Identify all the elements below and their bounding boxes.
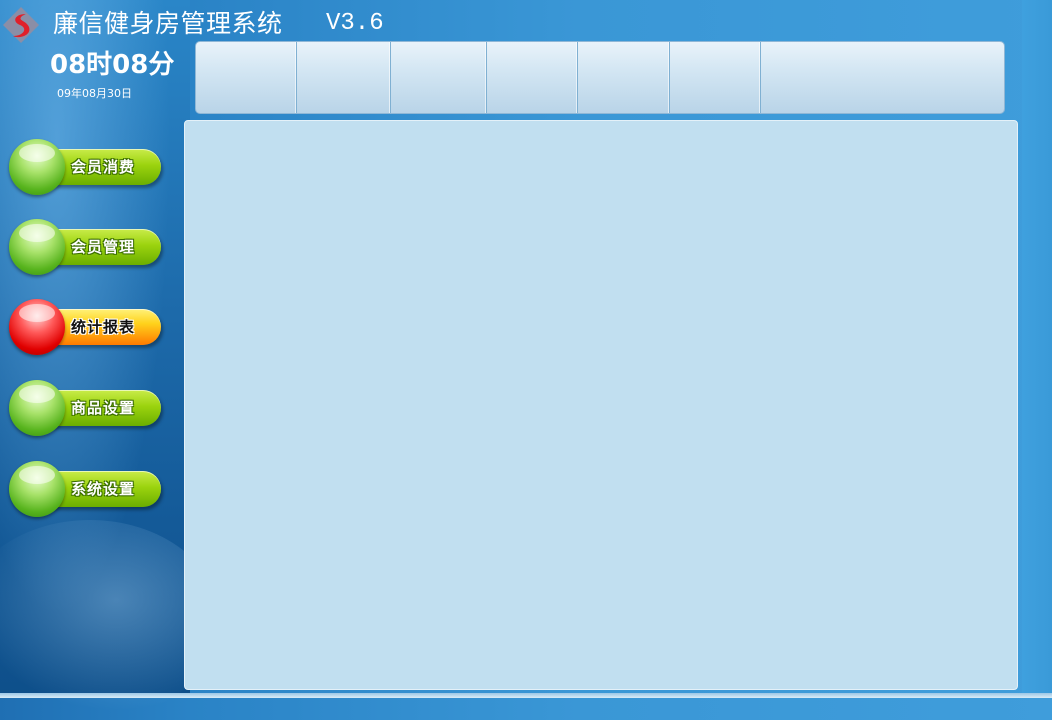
toolbar-slot-1[interactable]	[196, 42, 297, 113]
nav-label: 统计报表	[71, 318, 136, 336]
green-orb-icon	[9, 461, 65, 517]
nav-member-consumption-button[interactable]: 会员消费	[9, 139, 165, 195]
app-title: 廉信健身房管理系统	[53, 9, 283, 38]
clock-date: 09年08月30日	[57, 87, 132, 100]
app-version: V3.6	[326, 10, 384, 37]
green-orb-icon	[9, 139, 65, 195]
toolbar-slot-3[interactable]	[391, 42, 487, 113]
red-orb-icon	[9, 299, 65, 355]
clock-time: 08时08分	[50, 50, 175, 80]
toolbar-slot-5[interactable]	[578, 42, 670, 113]
nav-system-settings-button[interactable]: 系统设置	[9, 461, 165, 517]
nav-label: 会员管理	[71, 238, 136, 256]
nav-statistics-report-button[interactable]: 统计报表	[9, 299, 165, 355]
nav-label: 商品设置	[71, 399, 136, 417]
toolbar-slot-2[interactable]	[297, 42, 391, 113]
toolbar-slot-6[interactable]	[670, 42, 761, 113]
top-toolbar	[195, 41, 1005, 114]
main-content-panel	[184, 120, 1018, 690]
green-orb-icon	[9, 219, 65, 275]
toolbar-slot-7	[761, 42, 1004, 113]
green-orb-icon	[9, 380, 65, 436]
nav-label: 系统设置	[71, 480, 136, 498]
bottom-edge-strip	[0, 693, 1052, 698]
nav-member-management-button[interactable]: 会员管理	[9, 219, 165, 275]
right-edge-strip	[1022, 0, 1052, 698]
nav-label: 会员消费	[71, 158, 136, 176]
nav-product-settings-button[interactable]: 商品设置	[9, 380, 165, 436]
swirl-logo-icon	[2, 6, 40, 44]
toolbar-slot-4[interactable]	[487, 42, 578, 113]
